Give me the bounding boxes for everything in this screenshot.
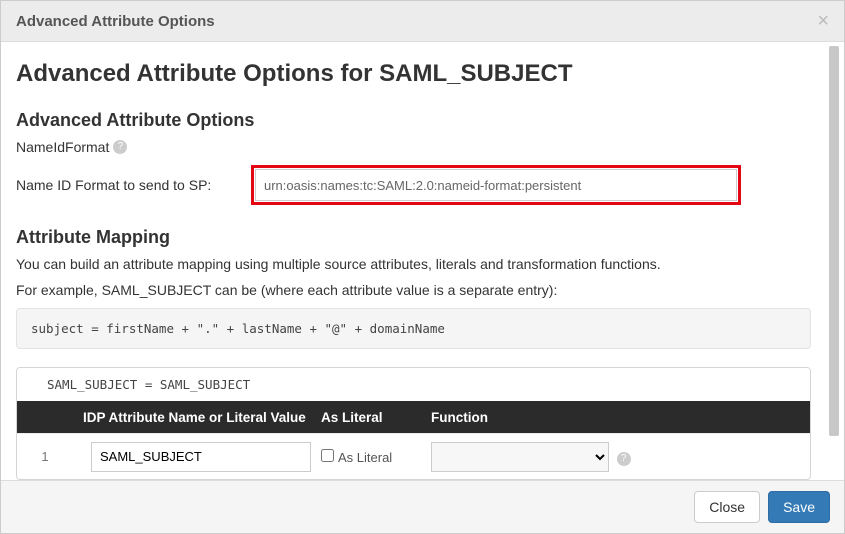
scrollbar-track [829,42,841,480]
modal-title: Advanced Attribute Options [16,13,215,30]
save-button[interactable]: Save [768,491,830,523]
table-row: 1 As Literal ? [17,433,810,479]
help-icon[interactable]: ? [617,452,631,466]
nameid-format-label-row: NameIdFormat ? [16,139,811,155]
section-mapping-heading: Attribute Mapping [16,227,811,248]
nameid-format-highlight [251,165,741,205]
close-button[interactable]: Close [694,491,760,523]
modal-body: Advanced Attribute Options for SAML_SUBJ… [1,42,826,480]
mapping-desc-2: For example, SAML_SUBJECT can be (where … [16,282,811,298]
row-attr-cell [73,442,321,472]
idp-attribute-input[interactable] [91,442,311,472]
mapping-panel: SAML_SUBJECT = SAML_SUBJECT IDP Attribut… [16,367,811,480]
col-attr-name: IDP Attribute Name or Literal Value [73,410,321,425]
row-index: 1 [17,449,73,464]
col-as-literal: As Literal [321,410,431,425]
mapping-table-header: IDP Attribute Name or Literal Value As L… [17,401,810,433]
modal-body-wrap: Advanced Attribute Options for SAML_SUBJ… [1,42,844,480]
as-literal-label: As Literal [338,450,392,465]
row-literal-cell: As Literal [321,449,431,465]
mapping-desc-1: You can build an attribute mapping using… [16,256,811,272]
as-literal-checkbox[interactable] [321,449,334,462]
scrollbar[interactable] [826,42,844,480]
nameid-format-field-label: Name ID Format to send to SP: [16,177,251,193]
close-icon[interactable]: × [817,11,829,31]
current-mapping-expr: SAML_SUBJECT = SAML_SUBJECT [17,368,810,401]
modal-dialog: Advanced Attribute Options × Advanced At… [0,0,845,534]
scrollbar-thumb[interactable] [829,46,839,436]
function-select[interactable] [431,442,609,472]
modal-header: Advanced Attribute Options × [1,1,844,42]
modal-footer: Close Save [1,480,844,533]
row-func-cell: ? [431,442,810,472]
section-advanced-heading: Advanced Attribute Options [16,110,811,131]
page-title: Advanced Attribute Options for SAML_SUBJ… [16,60,811,88]
col-function: Function [431,410,810,425]
nameid-format-input[interactable] [255,169,737,201]
mapping-example-code: subject = firstName + "." + lastName + "… [16,308,811,349]
nameid-format-label: NameIdFormat [16,139,109,155]
help-icon[interactable]: ? [113,140,127,154]
nameid-format-row: Name ID Format to send to SP: [16,165,811,205]
